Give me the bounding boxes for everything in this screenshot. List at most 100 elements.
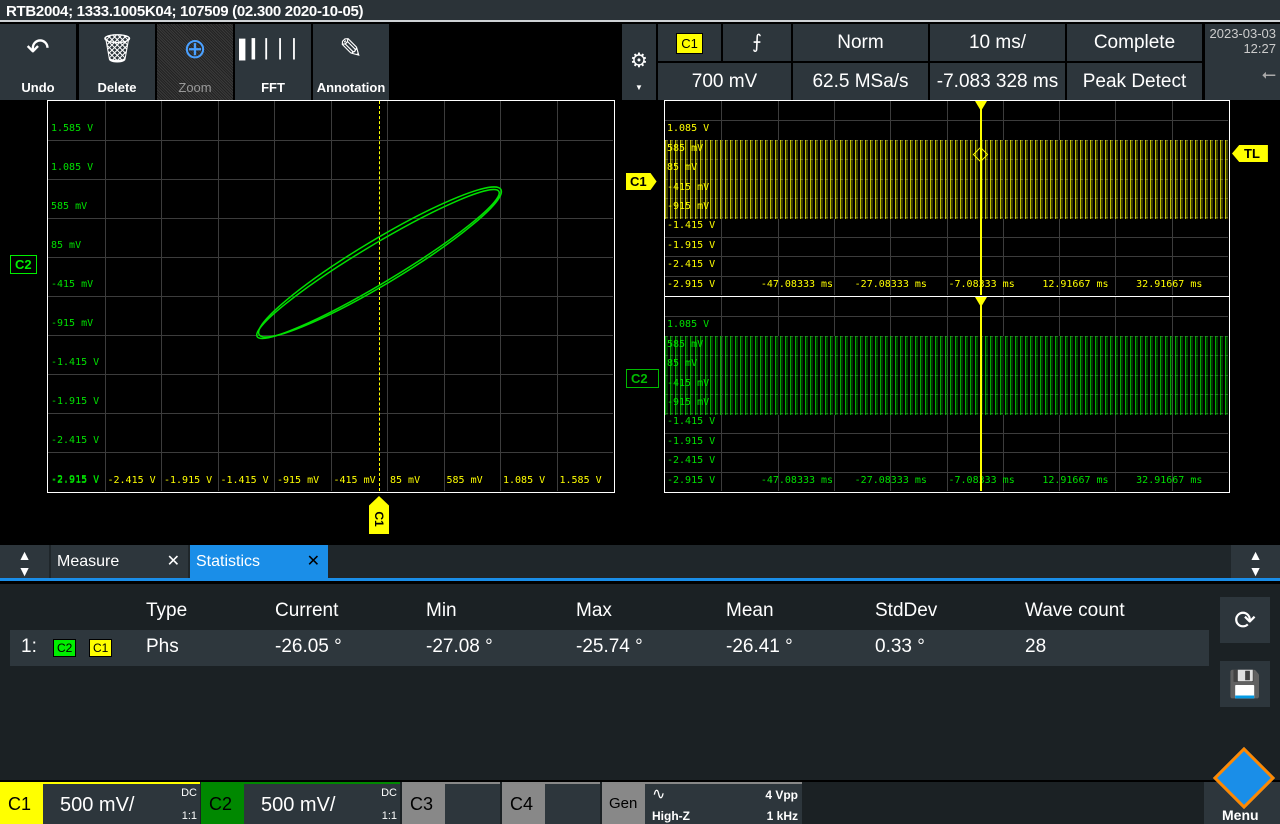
resize-arrows-icon[interactable]: ▲ ▼	[0, 545, 49, 579]
time-axis-label: 32.91667 ms	[1136, 279, 1203, 290]
row-index: 1:	[21, 636, 37, 657]
time-axis-label: 12.91667 ms	[1042, 279, 1109, 290]
c1-marker[interactable]: C1	[369, 496, 389, 534]
sample-rate[interactable]: 62.5 MSa/s	[793, 63, 928, 100]
datetime: 2023-03-03 12:27 ⭠	[1205, 24, 1280, 100]
reset-statistics-button[interactable]: ⟳	[1220, 597, 1270, 643]
usb-icon: ⭠	[1261, 64, 1276, 84]
gen-impedance: High-Z	[652, 809, 690, 823]
header-current: Current	[275, 600, 339, 621]
y-axis-label: -415 mV	[667, 377, 710, 389]
c1-level-marker[interactable]: C1	[626, 173, 657, 190]
undo-icon: ↶	[26, 33, 50, 64]
grid-line-h	[665, 256, 1228, 258]
close-icon[interactable]: ✕	[307, 545, 320, 578]
acquisition-mode[interactable]: Peak Detect	[1067, 63, 1202, 100]
cell-max: -25.74 °	[576, 636, 643, 657]
undo-label: Undo	[21, 80, 55, 95]
tab-measure[interactable]: Measure ✕	[51, 545, 188, 578]
c3-label: C3	[402, 784, 445, 824]
delete-label: Delete	[97, 80, 137, 95]
horizontal-position[interactable]: -7.083 328 ms	[930, 63, 1065, 100]
delete-button[interactable]: 🗑 Delete	[79, 24, 155, 100]
channel-c1[interactable]: C1 500 mV/ DC 1:1	[0, 782, 200, 824]
save-icon: 💾	[1228, 669, 1262, 699]
grid-line-h	[665, 120, 1228, 122]
c2-coupling: DC	[381, 787, 397, 799]
header-min: Min	[426, 600, 457, 621]
y-axis-label: 85 mV	[667, 162, 698, 174]
trace-ellipse	[257, 186, 503, 338]
dropdown-icon: ▼	[635, 83, 643, 92]
zoom-label: Zoom	[178, 80, 212, 95]
time-axis-label: 12.91667 ms	[1042, 475, 1109, 486]
annotation-button[interactable]: ✎ Annotation	[313, 24, 389, 100]
xy-lissajous-trace	[255, 186, 503, 340]
trigger-slope[interactable]: ⨍	[723, 24, 791, 61]
date: 2023-03-03	[1209, 26, 1277, 41]
timebase[interactable]: 10 ms/	[930, 24, 1065, 61]
yt-plot-c2[interactable]: 1.085 V 585 mV 85 mV -415 mV -915 mV -1.415 V…	[664, 296, 1230, 493]
trigger-mode[interactable]: Norm	[793, 24, 928, 61]
time-axis-label: -27.08333 ms	[854, 279, 927, 290]
table-row[interactable]: 1: C2 C1 Phs -26.05 ° -27.08 ° -25.74 ° …	[10, 630, 1209, 666]
trigger-level[interactable]: 700 mV	[658, 63, 791, 100]
c2-level-marker[interactable]: C2	[626, 369, 659, 388]
sine-icon: ∿	[652, 786, 666, 803]
channel-c2[interactable]: C2 500 mV/ DC 1:1	[201, 782, 400, 824]
y-axis-label: 85 mV	[667, 358, 698, 370]
trigger-position-marker	[975, 297, 987, 307]
channel-c4[interactable]: C4	[502, 782, 600, 824]
pencil-icon: ✎	[339, 33, 363, 64]
c1-coupling: DC	[181, 787, 197, 799]
gen-label: Gen	[602, 784, 645, 824]
resize-arrows-icon[interactable]: ▲ ▼	[1231, 545, 1280, 579]
acquisition-state[interactable]: Complete	[1067, 24, 1202, 61]
gen-amplitude: 4 Vpp	[765, 788, 798, 802]
y-axis-label: 1.085 V	[667, 319, 710, 331]
trigger-source[interactable]: C1	[658, 24, 721, 61]
settings-button[interactable]: ⚙ ▼	[622, 24, 656, 100]
yt-plot-c1[interactable]: 1.085 V 585 mV 85 mV -415 mV -915 mV -1.415 V…	[664, 100, 1230, 297]
menu-button[interactable]: Menu	[1204, 746, 1280, 824]
y-axis-label: -1.415 V	[667, 220, 716, 232]
undo-button[interactable]: ↶ Undo	[0, 24, 76, 100]
gear-icon: ⚙	[630, 50, 648, 72]
time-axis-label: -7.08333 ms	[948, 475, 1015, 486]
c1-scale: 500 mV/	[60, 794, 135, 816]
y-axis-label: -415 mV	[667, 181, 710, 193]
grid-line-h	[665, 452, 1228, 454]
fft-button[interactable]: ▌▎▏▏▏ FFT	[235, 24, 311, 100]
c2-marker[interactable]: C2	[10, 255, 37, 274]
cell-wave-count: 28	[1025, 636, 1047, 657]
header-type: Type	[146, 600, 188, 621]
cell-min: -27.08 °	[426, 636, 493, 657]
generator[interactable]: Gen ∿ High-Z 4 Vpp 1 kHz	[602, 782, 802, 824]
c1-marker-label: C1	[372, 511, 386, 527]
close-icon[interactable]: ✕	[167, 545, 180, 578]
zoom-button[interactable]: ⊕ Zoom	[157, 24, 233, 100]
source-c2-badge: C2	[53, 639, 77, 657]
y-axis-label: 585 mV	[667, 142, 704, 154]
grid-line-h	[665, 432, 1228, 434]
trigger-level-marker[interactable]: TL	[1232, 145, 1268, 162]
trigger-time-line	[980, 101, 982, 295]
tab-statistics[interactable]: Statistics ✕	[190, 545, 328, 578]
fft-icon: ▌▎▏▏▏	[238, 39, 308, 59]
y-axis-label: 585 mV	[667, 338, 704, 350]
y-axis-label: -915 mV	[667, 201, 710, 212]
time-axis-label: -47.08333 ms	[760, 279, 834, 290]
y-axis-label: -1.415 V	[667, 416, 716, 428]
tab-measure-label: Measure	[57, 553, 120, 570]
cell-type: Phs	[146, 636, 179, 657]
c1-waveform	[665, 139, 1228, 220]
xy-plot[interactable]: 1.585 V 1.085 V 585 mV 85 mV -415 mV -915 mV -…	[47, 100, 615, 493]
c2-scale: 500 mV/	[261, 794, 336, 816]
save-button[interactable]: 💾	[1220, 661, 1270, 707]
grid-line-h	[665, 236, 1228, 238]
menu-label: Menu	[1222, 807, 1259, 823]
trash-icon: 🗑	[99, 33, 135, 64]
c1-label: C1	[0, 784, 43, 824]
grid-line-h	[665, 316, 1228, 318]
channel-c3[interactable]: C3	[402, 782, 500, 824]
